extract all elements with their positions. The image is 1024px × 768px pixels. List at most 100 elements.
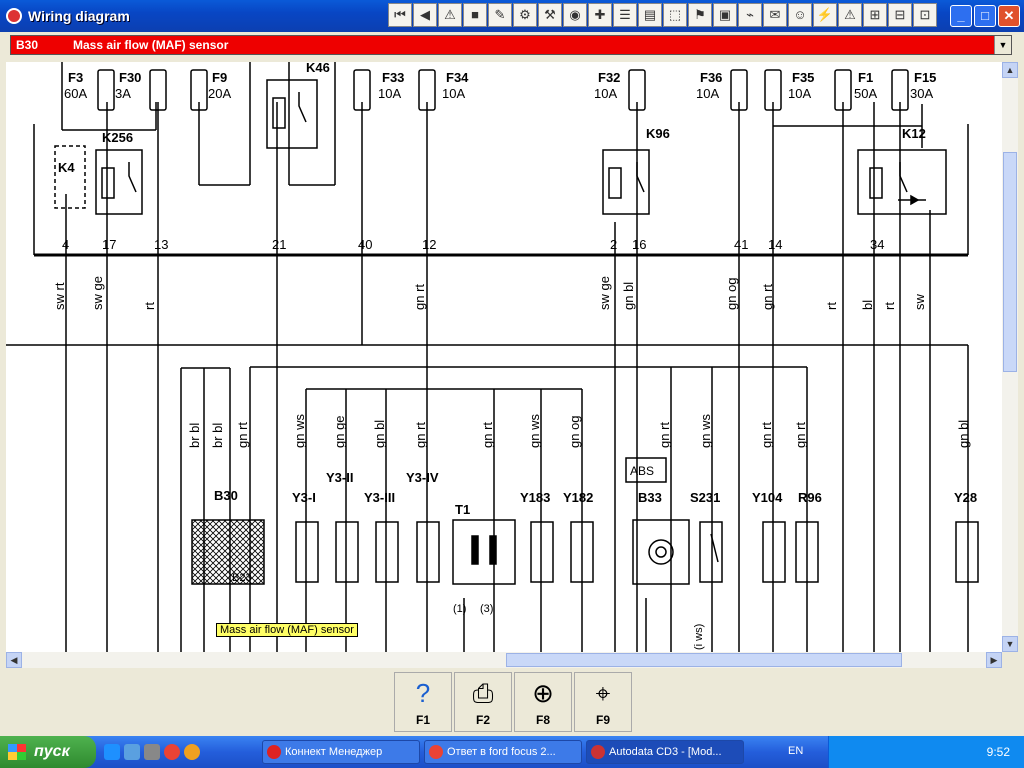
window-title: Wiring diagram [28, 8, 130, 24]
tool-11-icon[interactable]: ⌁ [738, 3, 762, 27]
tool-16-icon[interactable]: ⊞ [863, 3, 887, 27]
tool-7-icon[interactable]: ▤ [638, 3, 662, 27]
help-button[interactable]: ? F1 [394, 672, 452, 732]
print-button[interactable]: ⎙ F2 [454, 672, 512, 732]
fuse-rating: 10A [788, 86, 811, 101]
maximize-button[interactable]: □ [974, 5, 996, 27]
close-button[interactable]: ✕ [998, 5, 1020, 27]
component-selector[interactable]: B30 Mass air flow (MAF) sensor ▼ [10, 35, 1012, 55]
connector-pin-label: 40 [358, 237, 372, 252]
wire-color-label: bl [860, 300, 875, 310]
fuse-rating: 30A [910, 86, 933, 101]
tool-8-icon[interactable]: ⬚ [663, 3, 687, 27]
horizontal-scroll-thumb[interactable] [506, 653, 902, 667]
fuse-label: F35 [792, 70, 814, 85]
ie-icon[interactable] [104, 744, 120, 760]
tool-9-icon[interactable]: ⚑ [688, 3, 712, 27]
fuse-label: F36 [700, 70, 722, 85]
component-label: S231 [690, 490, 720, 505]
fuse-rating: 10A [378, 86, 401, 101]
b23-label: B23 [232, 572, 252, 584]
chrome-icon[interactable] [164, 744, 180, 760]
first-page-icon[interactable]: ⏮ [388, 3, 412, 27]
vertical-scrollbar[interactable]: ▲ ▼ [1002, 62, 1018, 652]
tool-17-icon[interactable]: ⊟ [888, 3, 912, 27]
language-indicator[interactable]: EN [788, 745, 803, 757]
wire-color-label: rt [882, 302, 897, 310]
fuse-rating: 10A [442, 86, 465, 101]
prev-page-icon[interactable]: ◀ [413, 3, 437, 27]
fuse-label: F33 [382, 70, 404, 85]
tool-2-icon[interactable]: ⚙ [513, 3, 537, 27]
wire-color-label: gn bl [621, 282, 636, 310]
wire-color-label: sw ge [90, 276, 105, 310]
component-label: Y183 [520, 490, 550, 505]
t1-sub-label: (3) [480, 603, 493, 615]
fuse-label: F30 [119, 70, 141, 85]
tool-10-icon[interactable]: ▣ [713, 3, 737, 27]
fuse-rating: 3A [115, 86, 131, 101]
connector-pin-label: 16 [632, 237, 646, 252]
wire-color-label: gn ws [698, 414, 713, 448]
desktop-icon[interactable] [124, 744, 140, 760]
wire-color-label: rt [142, 302, 157, 310]
toolbar: ⏮ ◀ ⚠ ■ ✎ ⚙ ⚒ ◉ ✚ ☰ ▤ ⬚ ⚑ ▣ ⌁ ✉ ☺ ⚡ ⚠ ⊞ ⊟ ⊡ [388, 3, 937, 29]
task-chrome[interactable]: Ответ в ford focus 2... [424, 740, 582, 764]
relay-label: K46 [306, 62, 330, 75]
tool-5-icon[interactable]: ✚ [588, 3, 612, 27]
wire-color-label: gn rt [759, 422, 774, 448]
relay-label: K4 [58, 160, 75, 175]
fuse-label: F1 [858, 70, 873, 85]
task-connect-manager[interactable]: Коннект Менеджер [262, 740, 420, 764]
wiring-diagram-canvas[interactable]: F3 60A F30 3A F9 20A F33 10A F34 10A F32 10A F36 10A F… [6, 62, 1003, 652]
color-icon[interactable]: ■ [463, 3, 487, 27]
wire-color-label: gn rt [235, 422, 250, 448]
locate-button[interactable]: ⌖ F9 [574, 672, 632, 732]
fuse-label: F32 [598, 70, 620, 85]
tool-15-icon[interactable]: ⚠ [838, 3, 862, 27]
wire-color-label: gn rt [412, 284, 427, 310]
scroll-right-arrow-icon[interactable]: ▶ [986, 652, 1002, 668]
dropdown-arrow-icon[interactable]: ▼ [994, 36, 1011, 54]
tool-6-icon[interactable]: ☰ [613, 3, 637, 27]
wire-color-label: gn bl [956, 420, 971, 448]
connector-pin-label: 14 [768, 237, 782, 252]
tool-13-icon[interactable]: ☺ [788, 3, 812, 27]
component-tooltip: Mass air flow (MAF) sensor [216, 623, 358, 637]
tool-18-icon[interactable]: ⊡ [913, 3, 937, 27]
tool-4-icon[interactable]: ◉ [563, 3, 587, 27]
wire-color-label: sw rt [52, 282, 67, 310]
taskbar: пуск Коннект Менеджер Ответ в ford focus… [0, 736, 1024, 768]
relay-label: K96 [646, 126, 670, 141]
tool-1-icon[interactable]: ✎ [488, 3, 512, 27]
wire-color-label: gn ws [527, 414, 542, 448]
fuse-rating: 10A [696, 86, 719, 101]
horizontal-scrollbar[interactable]: ◀ ▶ [6, 652, 1002, 668]
zoom-button[interactable]: ⊕ F8 [514, 672, 572, 732]
wire-color-label: gn rt [657, 422, 672, 448]
fuse-label: F9 [212, 70, 227, 85]
start-button[interactable]: пуск [0, 736, 96, 768]
media-icon[interactable] [144, 744, 160, 760]
minimize-button[interactable]: _ [950, 5, 972, 27]
vertical-scroll-thumb[interactable] [1003, 152, 1017, 372]
component-label: B33 [638, 490, 662, 505]
tool-12-icon[interactable]: ✉ [763, 3, 787, 27]
scroll-left-arrow-icon[interactable]: ◀ [6, 652, 22, 668]
tool-3-icon[interactable]: ⚒ [538, 3, 562, 27]
opera-icon[interactable] [184, 744, 200, 760]
task-autodata[interactable]: Autodata CD3 - [Mod... [586, 740, 744, 764]
component-label: Y3-II [326, 470, 353, 485]
print-icon: ⎙ [472, 678, 494, 708]
connector-pin-label: 34 [870, 237, 884, 252]
help-icon: ? [415, 678, 431, 708]
connect-icon [267, 745, 281, 759]
autodata-icon [591, 745, 605, 759]
fuse-label: F3 [68, 70, 83, 85]
tool-14-icon[interactable]: ⚡ [813, 3, 837, 27]
scroll-up-arrow-icon[interactable]: ▲ [1002, 62, 1018, 78]
quick-launch [104, 744, 200, 760]
component-label: Y182 [563, 490, 593, 505]
warning-icon[interactable]: ⚠ [438, 3, 462, 27]
scroll-down-arrow-icon[interactable]: ▼ [1002, 636, 1018, 652]
